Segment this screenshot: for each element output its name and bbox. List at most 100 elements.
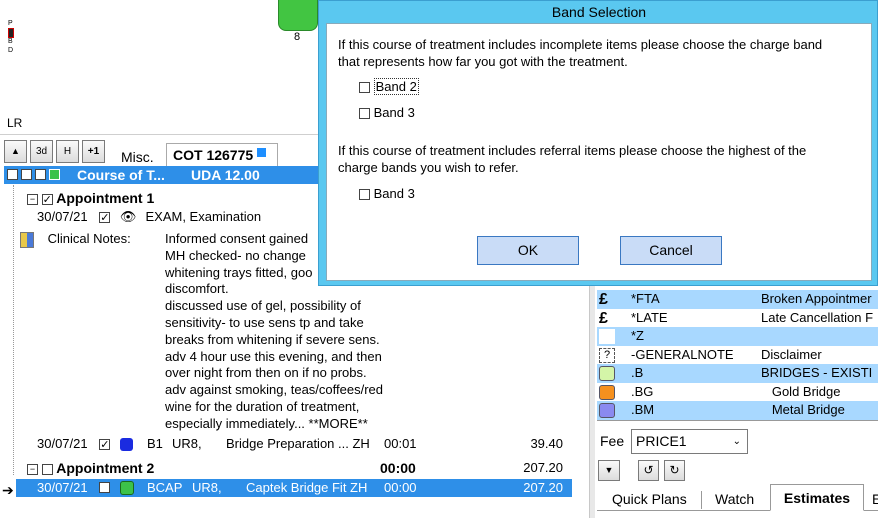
appointment1-label: Appointment 1 [56, 190, 155, 206]
expand-icon[interactable]: − [27, 464, 38, 476]
note-line: breaks from whitening if severe sens. [165, 331, 380, 347]
tab-watch[interactable]: Watch [715, 487, 754, 511]
pencil-icon [20, 231, 34, 248]
plus1-button[interactable]: +1 [82, 140, 105, 163]
code-value: *FTA [631, 291, 660, 306]
band2-option[interactable]: Band 2 [359, 78, 419, 95]
course-title: Course of T... [77, 167, 165, 183]
clinical-notes-label: Clinical Notes: [47, 231, 131, 246]
side-letter-p: P [8, 20, 13, 27]
fee-select[interactable]: PRICE1 ⌄ [631, 429, 748, 454]
code-desc: Metal Bridge [761, 402, 845, 417]
exam-checkbox[interactable] [99, 212, 111, 224]
side-marker-icon [8, 28, 14, 38]
3d-button[interactable]: 3d [30, 140, 53, 163]
tab-cot[interactable]: COT 126775 [166, 143, 278, 166]
h-button[interactable]: H [56, 140, 79, 163]
cancel-button[interactable]: Cancel [620, 236, 722, 265]
note-line: adv 4 hour use this evening, and then [165, 348, 382, 364]
chevron-down-icon: ⌄ [732, 436, 741, 447]
appointment1-checkbox[interactable] [41, 194, 53, 206]
band2-checkbox[interactable] [359, 82, 370, 94]
green-swatch-icon [599, 366, 615, 381]
band-selection-dialog: Band Selection If this course of treatme… [318, 0, 878, 286]
undo-icon[interactable]: ↺ [638, 460, 659, 481]
band3-referral-checkbox[interactable] [359, 189, 370, 201]
pound-icon: £ [599, 309, 608, 327]
course-uda: UDA 12.00 [191, 167, 260, 183]
code-row[interactable]: .BM Metal Bridge [597, 401, 878, 420]
note-line: especially immediately... **MORE** [165, 415, 368, 431]
code-row[interactable]: £ *LATE Late Cancellation F [597, 308, 878, 327]
dialog-title: Band Selection [551, 4, 647, 20]
course-checkbox-1[interactable] [7, 169, 18, 180]
bcap-row[interactable]: 30/07/21 BCAP UR8, Captek Bridge Fit ZH … [16, 479, 572, 497]
dialog-text2-line2: charge bands you wish to refer. [338, 160, 519, 175]
code-desc: Broken Appointmer [761, 291, 872, 306]
bridge-prep-row[interactable]: 30/07/21 B1 UR8, Bridge Preparation ... … [37, 435, 572, 453]
exam-text: EXAM, Examination [145, 209, 262, 224]
bcap-code: BCAP [147, 480, 183, 495]
band3-incomplete-checkbox[interactable] [359, 108, 370, 120]
bcap-checkbox[interactable] [99, 482, 110, 493]
code-value: *Z [631, 328, 644, 343]
exam-row[interactable]: 30/07/21 👁 EXAM, Examination [37, 208, 261, 226]
tab-quick-plans[interactable]: Quick Plans [612, 487, 687, 511]
tree-line [13, 185, 14, 475]
tooth-shape[interactable] [278, 0, 318, 31]
note-line: adv against smoking, teas/coffees/red [165, 382, 383, 398]
expand-icon[interactable]: − [27, 194, 38, 206]
appointment2-time: 00:00 [380, 460, 416, 476]
course-checkbox-2[interactable] [21, 169, 32, 180]
tab-separator [701, 491, 702, 509]
tab-estimates[interactable]: Estimates [770, 484, 864, 511]
note-line: discussed use of gel, possibility of [165, 298, 361, 314]
down-button[interactable]: ▼ [598, 460, 620, 481]
lr-label: LR [7, 116, 23, 130]
code-row[interactable]: *Z [597, 327, 878, 346]
bridge-checkbox[interactable] [99, 439, 111, 451]
tab-estimates-label: Estimates [783, 490, 851, 506]
dialog-text1-line1: If this course of treatment includes inc… [338, 37, 823, 52]
appointment2-label: Appointment 2 [56, 460, 155, 476]
band3-incomplete-option[interactable]: Band 3 [359, 105, 415, 120]
bridge-tooth: UR8, [172, 436, 202, 451]
bcap-desc: Captek Bridge Fit ZH [246, 480, 368, 495]
blue-square-icon [257, 148, 267, 157]
course-status-icon [49, 169, 60, 180]
course-row[interactable]: Course of T... UDA 12.00 [4, 166, 318, 184]
side-letter-b: B [8, 38, 13, 45]
blank-icon [599, 329, 615, 344]
code-row[interactable]: .B BRIDGES - EXISTI [597, 364, 878, 383]
redo-icon[interactable]: ↻ [664, 460, 685, 481]
ok-button[interactable]: OK [477, 236, 579, 265]
dialog-text1-line2: that represents how far you got with the… [338, 54, 628, 69]
appointment1-header[interactable]: − Appointment 1 [27, 189, 154, 207]
side-letter-d: D [8, 47, 14, 54]
bridge-price: 39.40 [530, 436, 563, 451]
note-line: sensitivity- to use sens tp and take [165, 314, 364, 330]
bcap-time: 00:00 [384, 480, 417, 495]
green-tooth-icon [120, 481, 134, 495]
code-desc: Gold Bridge [761, 383, 841, 399]
course-checkbox-3[interactable] [35, 169, 46, 180]
appointment2-price: 207.20 [523, 460, 563, 475]
up-button[interactable]: ▲ [4, 140, 27, 163]
tab-misc[interactable]: Misc. [121, 149, 154, 165]
divider [0, 134, 318, 135]
tab-more[interactable]: E [872, 487, 878, 511]
code-row[interactable]: £ *FTA Broken Appointmer [597, 290, 878, 309]
appointment2-checkbox[interactable] [41, 464, 53, 476]
bridge-date: 30/07/21 [37, 436, 88, 451]
appointment2-header[interactable]: − Appointment 2 00:00 207.20 [27, 459, 572, 477]
purple-swatch-icon [599, 403, 615, 418]
band3-incomplete-label: Band 3 [373, 105, 415, 120]
band2-label: Band 2 [373, 78, 419, 95]
code-row[interactable]: ? -GENERALNOTE Disclaimer [597, 345, 878, 364]
code-desc: BRIDGES - EXISTI [761, 365, 873, 380]
code-row[interactable]: .BG Gold Bridge [597, 382, 878, 401]
band3-referral-option[interactable]: Band 3 [359, 186, 415, 201]
question-icon: ? [599, 347, 615, 363]
dialog-body: If this course of treatment includes inc… [326, 23, 872, 281]
tooth-number: 8 [294, 31, 301, 43]
